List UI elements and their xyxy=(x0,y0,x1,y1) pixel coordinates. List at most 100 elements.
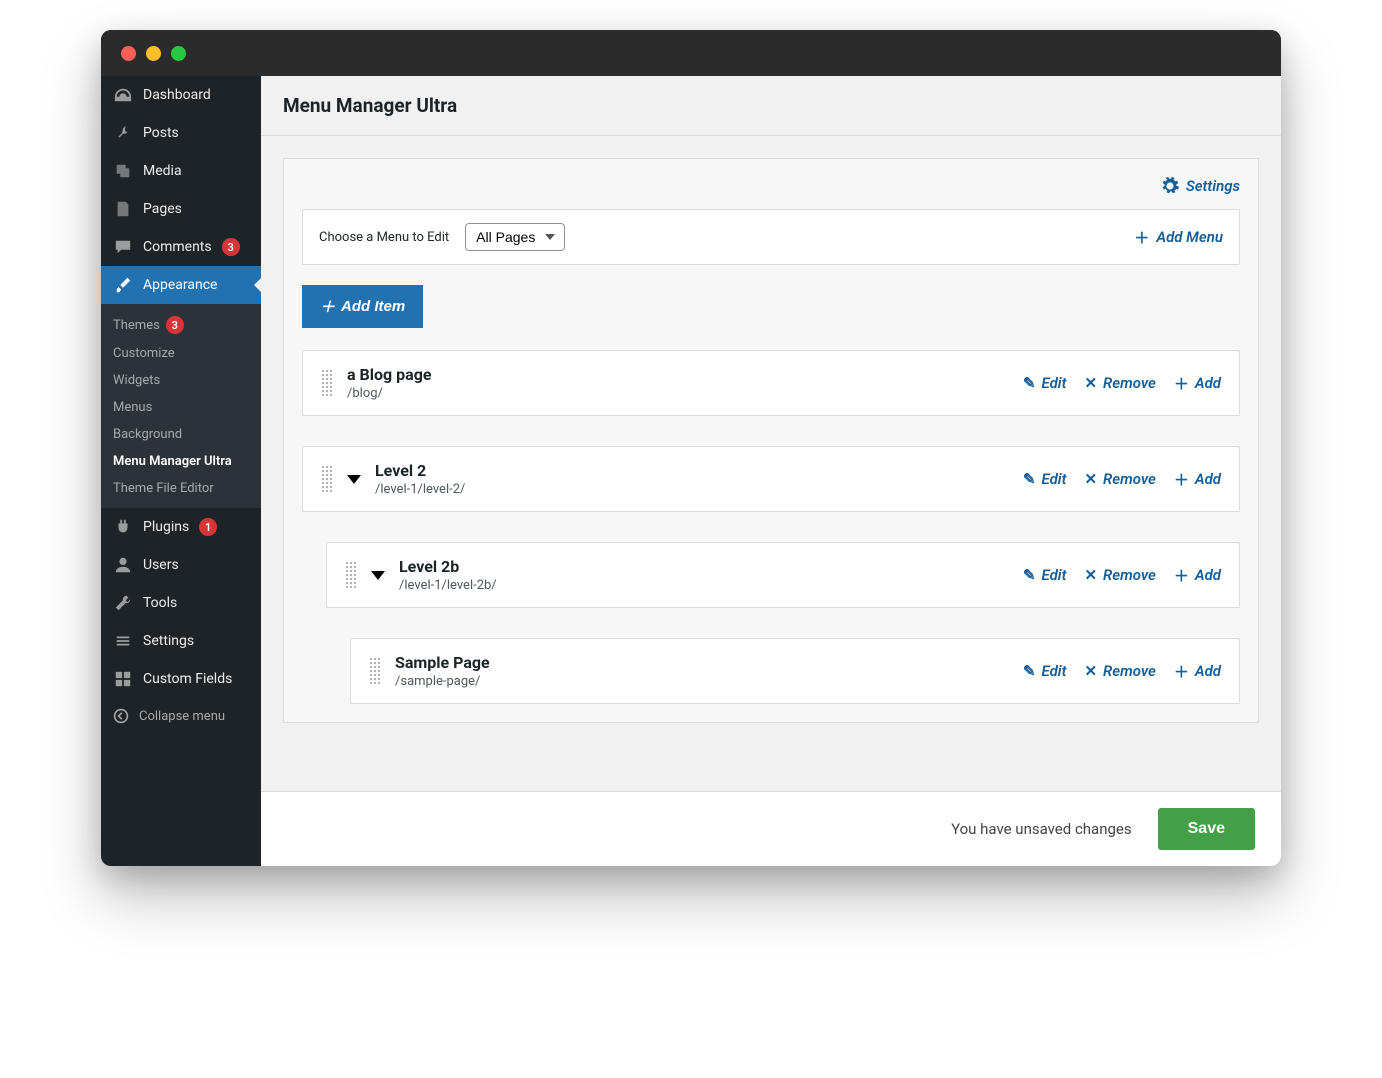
content-area: Settings Choose a Menu to Edit All Pages… xyxy=(261,136,1281,791)
sidebar-item-comments[interactable]: Comments 3 xyxy=(101,228,261,266)
plus-icon: ＋ xyxy=(1134,227,1149,248)
action-label: Remove xyxy=(1103,374,1156,392)
plus-icon: ＋ xyxy=(1174,373,1189,394)
drag-handle-icon[interactable] xyxy=(345,561,357,589)
close-icon: ✕ xyxy=(1084,470,1097,488)
comment-icon xyxy=(113,237,133,257)
media-icon xyxy=(113,161,133,181)
action-label: Edit xyxy=(1042,374,1067,392)
close-dot[interactable] xyxy=(121,46,136,61)
window-titlebar xyxy=(101,30,1281,76)
sidebar-item-appearance[interactable]: Appearance xyxy=(101,266,261,304)
gear-icon xyxy=(1161,177,1179,195)
admin-sidebar: Dashboard Posts Media Pages xyxy=(101,76,261,866)
drag-handle-icon[interactable] xyxy=(321,465,333,493)
menu-item-text: a Blog page/blog/ xyxy=(347,365,1009,401)
plus-icon: ＋ xyxy=(320,296,335,317)
user-icon xyxy=(113,555,133,575)
plus-icon: ＋ xyxy=(1174,469,1189,490)
submenu-theme-file-editor[interactable]: Theme File Editor xyxy=(101,475,261,502)
submenu-themes[interactable]: Themes 3 xyxy=(101,310,261,340)
pencil-icon: ✎ xyxy=(1023,470,1036,488)
menu-dropdown[interactable]: All Pages xyxy=(465,223,565,251)
sidebar-item-tools[interactable]: Tools xyxy=(101,584,261,622)
add-menu-button[interactable]: ＋ Add Menu xyxy=(1134,227,1223,248)
close-icon: ✕ xyxy=(1084,566,1097,584)
sidebar-item-label: Dashboard xyxy=(143,87,211,103)
add-menu-label: Add Menu xyxy=(1156,228,1223,246)
choose-menu-label: Choose a Menu to Edit xyxy=(319,230,449,245)
edit-button[interactable]: ✎ Edit xyxy=(1023,373,1067,394)
close-icon: ✕ xyxy=(1084,662,1097,680)
menu-select-left: Choose a Menu to Edit All Pages xyxy=(319,223,565,251)
menu-item-card: Level 2/level-1/level-2/ ✎Edit ✕Remove ＋Add xyxy=(302,446,1240,512)
add-button[interactable]: ＋Add xyxy=(1174,565,1221,586)
sliders-icon xyxy=(113,631,133,651)
collapse-menu[interactable]: Collapse menu xyxy=(101,698,261,734)
submenu-widgets[interactable]: Widgets xyxy=(101,367,261,394)
grid-icon xyxy=(113,669,133,689)
sidebar-item-label: Settings xyxy=(143,633,194,649)
edit-button[interactable]: ✎Edit xyxy=(1023,565,1067,586)
remove-button[interactable]: ✕Remove xyxy=(1084,469,1155,490)
expand-arrow-icon[interactable] xyxy=(347,475,361,484)
settings-label: Settings xyxy=(1186,177,1240,195)
add-button[interactable]: ＋Add xyxy=(1174,373,1221,394)
remove-button[interactable]: ✕Remove xyxy=(1084,661,1155,682)
edit-button[interactable]: ✎Edit xyxy=(1023,469,1067,490)
submenu-label: Menus xyxy=(113,400,152,415)
add-item-button[interactable]: ＋ Add Item xyxy=(302,285,423,328)
menu-item-url: /sample-page/ xyxy=(395,674,1009,689)
sidebar-item-pages[interactable]: Pages xyxy=(101,190,261,228)
edit-button[interactable]: ✎Edit xyxy=(1023,661,1067,682)
sidebar-item-label: Comments xyxy=(143,239,212,255)
sidebar-item-posts[interactable]: Posts xyxy=(101,114,261,152)
sidebar-item-custom-fields[interactable]: Custom Fields xyxy=(101,660,261,698)
submenu-customize[interactable]: Customize xyxy=(101,340,261,367)
expand-arrow-icon[interactable] xyxy=(371,571,385,580)
action-label: Edit xyxy=(1042,566,1067,584)
pages-icon xyxy=(113,199,133,219)
minimize-dot[interactable] xyxy=(146,46,161,61)
collapse-label: Collapse menu xyxy=(139,709,225,724)
pin-icon xyxy=(113,123,133,143)
submenu-label: Customize xyxy=(113,346,175,361)
sidebar-item-plugins[interactable]: Plugins 1 xyxy=(101,508,261,546)
maximize-dot[interactable] xyxy=(171,46,186,61)
add-button[interactable]: ＋Add xyxy=(1174,661,1221,682)
menu-item-title: Sample Page xyxy=(395,653,1009,672)
submenu-background[interactable]: Background xyxy=(101,421,261,448)
appearance-submenu: Themes 3 Customize Widgets Menus Backgro… xyxy=(101,304,261,508)
add-button[interactable]: ＋Add xyxy=(1174,469,1221,490)
menu-item-actions: ✎Edit ✕ Remove ＋Add xyxy=(1023,565,1221,586)
action-label: Remove xyxy=(1103,566,1156,584)
settings-button[interactable]: Settings xyxy=(1161,177,1240,195)
submenu-menu-manager-ultra[interactable]: Menu Manager Ultra xyxy=(101,448,261,475)
sidebar-item-label: Tools xyxy=(143,595,177,611)
unsaved-text: You have unsaved changes xyxy=(951,820,1132,838)
menu-item-card: a Blog page/blog/ ✎ Edit ✕Remove ＋Add xyxy=(302,350,1240,416)
remove-button[interactable]: ✕ Remove xyxy=(1084,565,1155,586)
remove-button[interactable]: ✕Remove xyxy=(1084,373,1155,394)
save-button[interactable]: Save xyxy=(1158,808,1255,850)
drag-handle-icon[interactable] xyxy=(369,657,381,685)
action-label: Edit xyxy=(1042,662,1067,680)
menu-item-text: Level 2/level-1/level-2/ xyxy=(375,461,1009,497)
menu-item-card: Level 2b/level-1/level-2b/✎Edit✕Remove＋A… xyxy=(326,542,1240,608)
menu-item-title: Level 2 xyxy=(375,461,1009,480)
sidebar-item-users[interactable]: Users xyxy=(101,546,261,584)
submenu-label: Theme File Editor xyxy=(113,481,214,496)
app-body: Dashboard Posts Media Pages xyxy=(101,76,1281,866)
app-window: Dashboard Posts Media Pages xyxy=(101,30,1281,866)
sidebar-item-settings[interactable]: Settings xyxy=(101,622,261,660)
drag-handle-icon[interactable] xyxy=(321,369,333,397)
sidebar-item-media[interactable]: Media xyxy=(101,152,261,190)
menu-item-actions: ✎Edit ✕Remove ＋Add xyxy=(1023,469,1221,490)
plugins-badge: 1 xyxy=(199,518,217,536)
sidebar-item-dashboard[interactable]: Dashboard xyxy=(101,76,261,114)
submenu-menus[interactable]: Menus xyxy=(101,394,261,421)
action-label: Add xyxy=(1195,662,1221,680)
menu-item-url: /blog/ xyxy=(347,386,1009,401)
brush-icon xyxy=(113,275,133,295)
pencil-icon: ✎ xyxy=(1023,374,1036,392)
